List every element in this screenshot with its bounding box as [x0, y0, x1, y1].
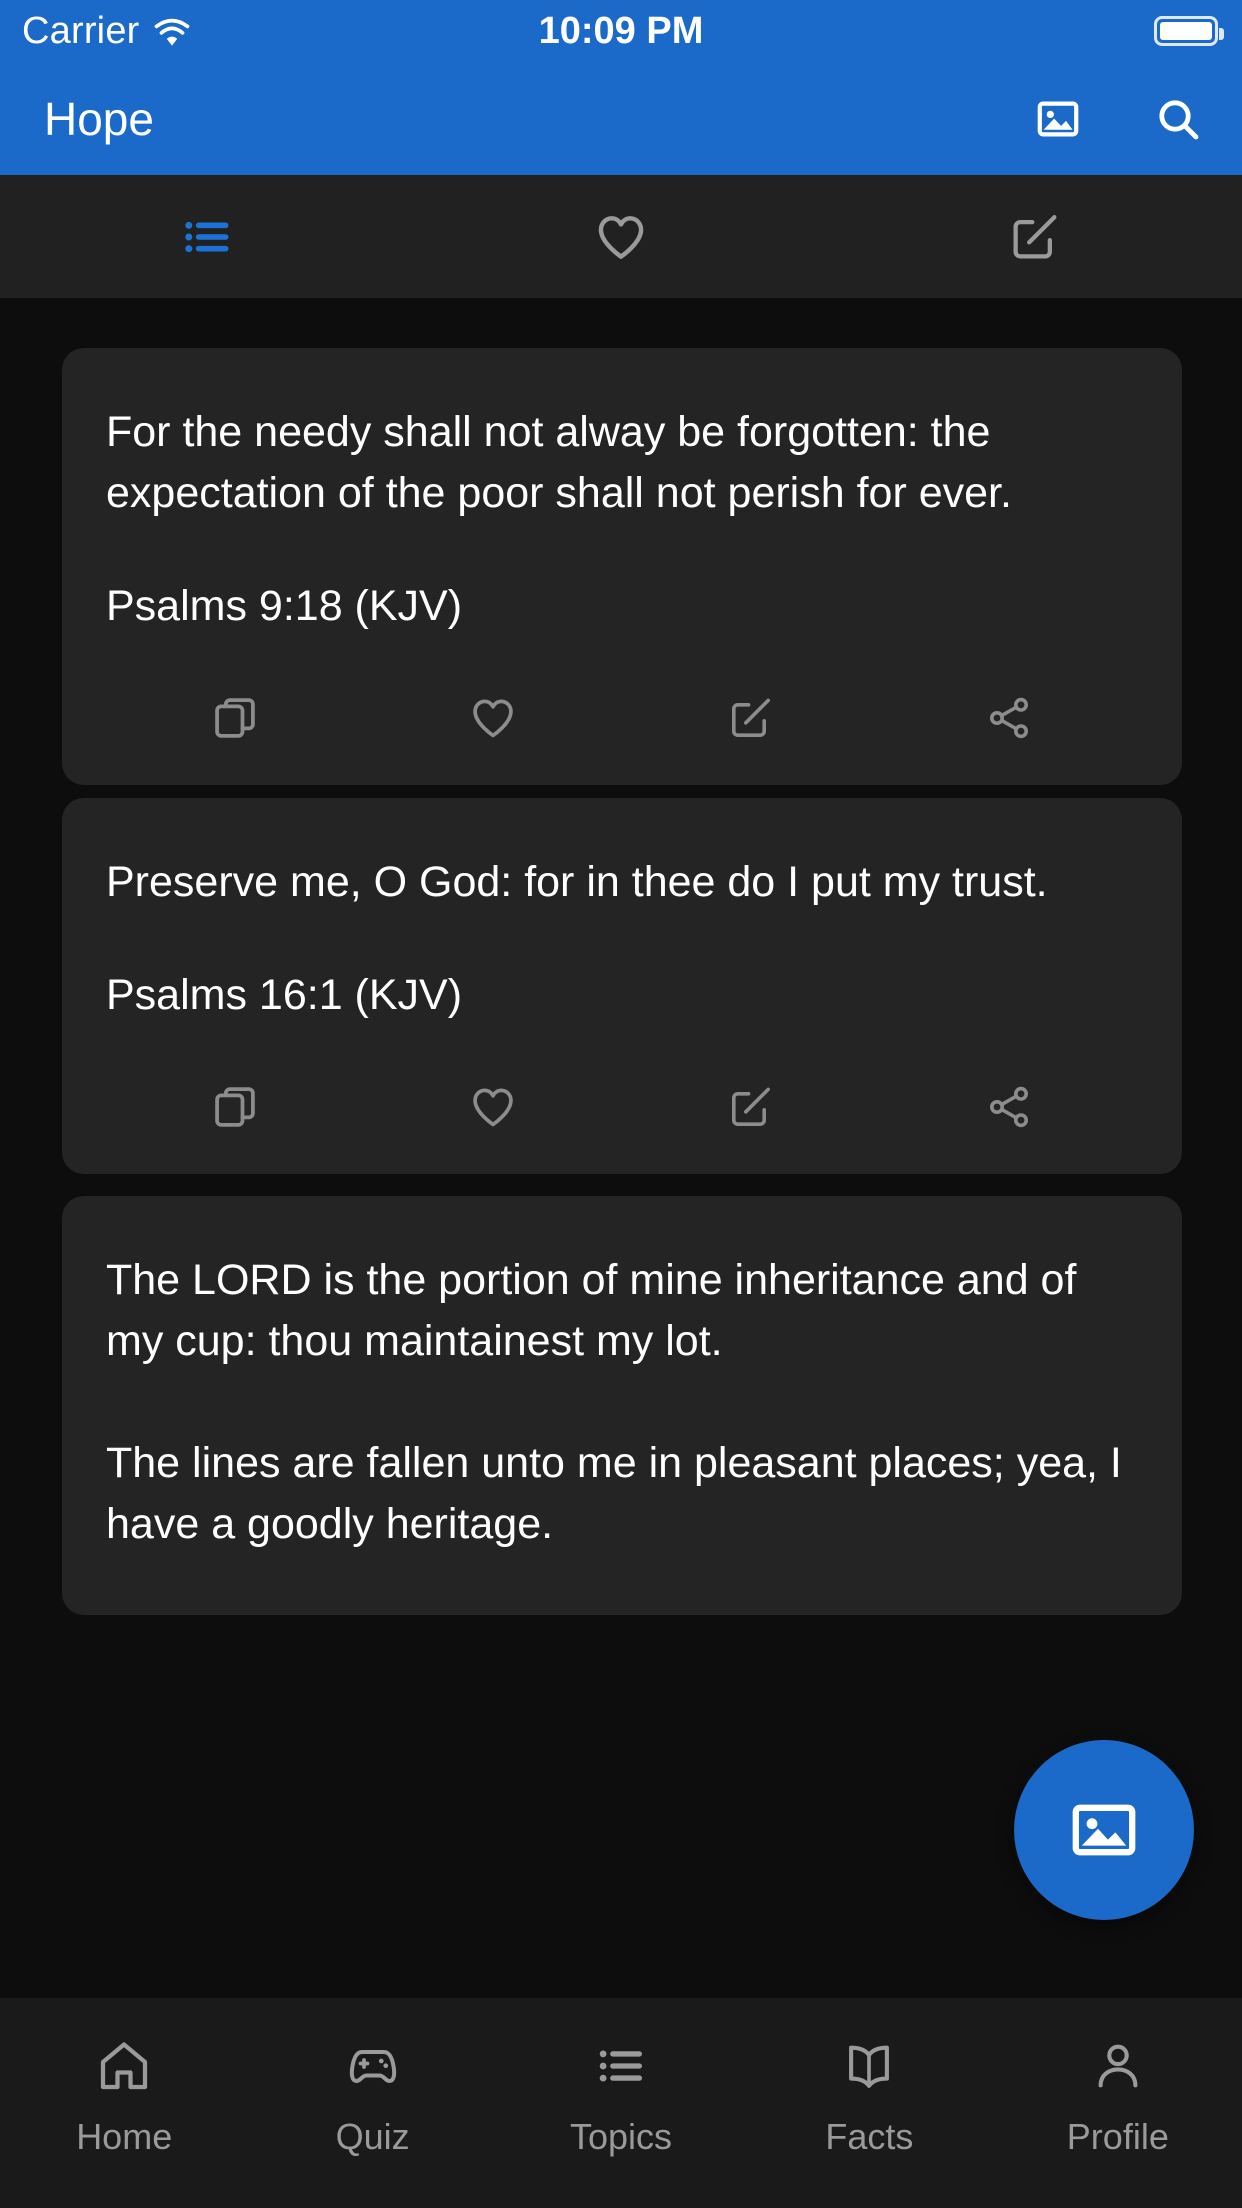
page-title: Hope	[44, 92, 154, 145]
nav-label-profile: Profile	[1066, 2116, 1169, 2157]
nav-item-facts[interactable]: Facts	[745, 2034, 993, 2158]
tab-notes[interactable]	[828, 175, 1242, 298]
battery-full-icon	[1154, 16, 1224, 46]
share-button[interactable]	[880, 1070, 1138, 1144]
list-icon	[178, 208, 236, 266]
share-icon	[983, 1081, 1035, 1133]
verse-reference: Psalms 16:1 (KJV)	[106, 971, 463, 1020]
note-button[interactable]	[622, 1070, 880, 1144]
app-header: Hope	[0, 62, 1242, 175]
favorite-button[interactable]	[364, 681, 622, 755]
status-bar: Carrier 10:09 PM	[0, 0, 1242, 62]
nav-label-quiz: Quiz	[335, 2116, 410, 2157]
copy-button[interactable]	[106, 1070, 364, 1144]
home-icon	[92, 2034, 156, 2098]
verse-reference: Psalms 9:18 (KJV)	[106, 582, 463, 631]
verse-card[interactable]: The LORD is the portion of mine inherita…	[62, 1196, 1182, 1616]
header-actions	[1034, 95, 1202, 143]
image-icon	[1068, 1794, 1140, 1866]
verse-card-actions	[106, 681, 1138, 755]
heart-icon	[467, 1081, 519, 1133]
image-icon[interactable]	[1034, 95, 1082, 143]
heart-icon	[467, 692, 519, 744]
copy-icon	[209, 692, 261, 744]
share-button[interactable]	[880, 681, 1138, 755]
gamepad-icon	[341, 2034, 405, 2098]
book-icon	[837, 2034, 901, 2098]
nav-label-facts: Facts	[825, 2116, 914, 2157]
nav-item-quiz[interactable]: Quiz	[248, 2034, 496, 2158]
verse-card-actions	[106, 1070, 1138, 1144]
nav-item-topics[interactable]: Topics	[497, 2034, 745, 2158]
verse-list[interactable]: For the needy shall not alway be forgott…	[0, 298, 1242, 1998]
nav-label-topics: Topics	[569, 2116, 673, 2157]
clock: 10:09 PM	[538, 9, 704, 52]
verse-text: For the needy shall not alway be forgott…	[106, 408, 1012, 518]
share-icon	[983, 692, 1035, 744]
copy-icon	[209, 1081, 261, 1133]
person-icon	[1086, 2034, 1150, 2098]
tab-list[interactable]	[0, 175, 414, 298]
compose-icon	[1006, 208, 1064, 266]
app-root: Carrier 10:09 PM Hope For the needy shal…	[0, 0, 1242, 2208]
verse-text: Preserve me, O God: for in thee do I put…	[106, 858, 1048, 906]
nav-item-home[interactable]: Home	[0, 2034, 248, 2158]
note-button[interactable]	[622, 681, 880, 755]
verse-card[interactable]: For the needy shall not alway be forgott…	[62, 348, 1182, 786]
tab-favorites[interactable]	[414, 175, 828, 298]
segmented-tabs	[0, 175, 1242, 298]
compose-icon	[725, 692, 777, 744]
bottom-navigation: Home Quiz Topics Facts Profile	[0, 1998, 1242, 2208]
heart-icon	[592, 208, 650, 266]
favorite-button[interactable]	[364, 1070, 622, 1144]
search-icon[interactable]	[1154, 95, 1202, 143]
verse-text: The LORD is the portion of mine inherita…	[106, 1256, 1122, 1549]
list-icon	[589, 2034, 653, 2098]
create-image-fab[interactable]	[1014, 1740, 1194, 1920]
nav-label-home: Home	[76, 2116, 173, 2157]
verse-card[interactable]: Preserve me, O God: for in thee do I put…	[62, 798, 1182, 1175]
status-bar-right	[1154, 16, 1224, 46]
copy-button[interactable]	[106, 681, 364, 755]
nav-item-profile[interactable]: Profile	[994, 2034, 1242, 2158]
compose-icon	[725, 1081, 777, 1133]
